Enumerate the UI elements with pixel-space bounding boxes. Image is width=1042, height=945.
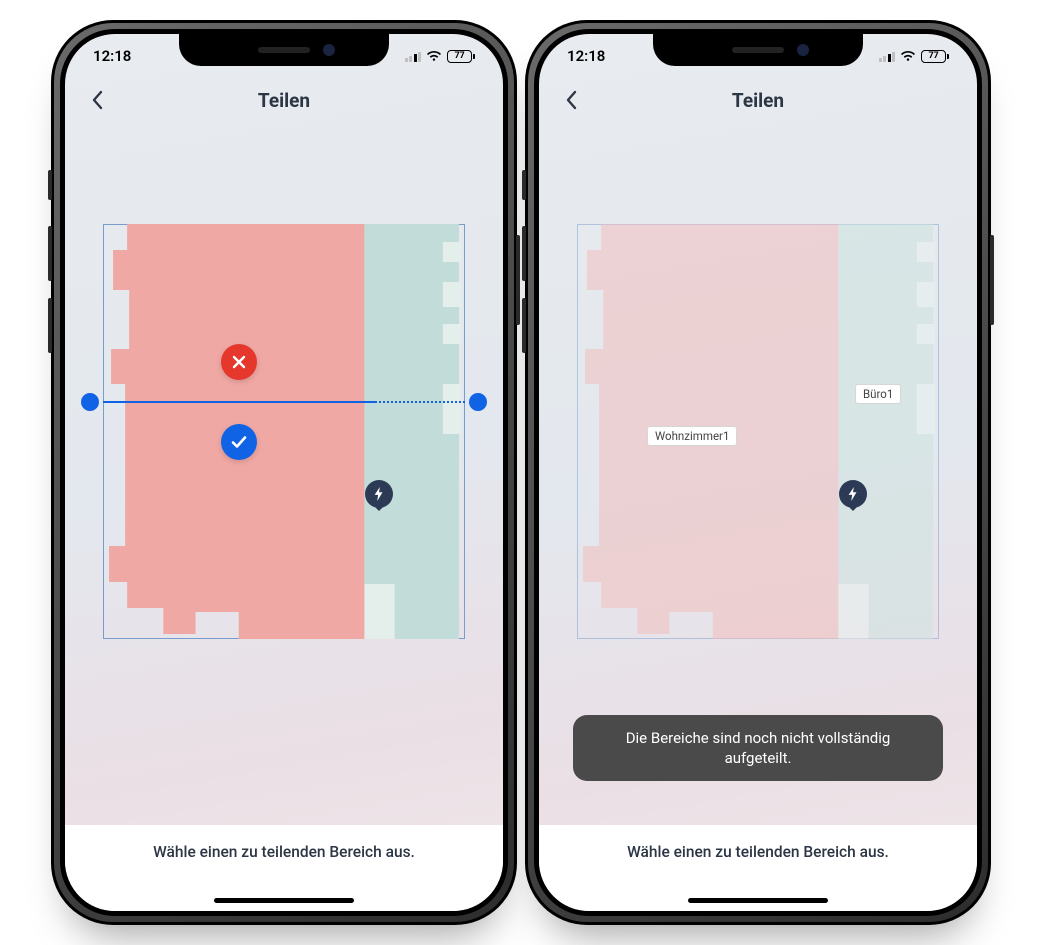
page-title: Teilen	[65, 89, 503, 112]
volume-down-button	[522, 298, 526, 353]
battery-icon: 77	[921, 50, 949, 63]
mute-switch	[48, 170, 52, 200]
split-handle-right[interactable]	[469, 393, 487, 411]
volume-up-button	[48, 226, 52, 281]
notch	[653, 34, 863, 66]
bolt-icon	[846, 487, 860, 501]
confirm-split-button[interactable]	[221, 424, 257, 460]
notch	[179, 34, 389, 66]
cancel-split-button[interactable]	[221, 344, 257, 380]
status-time: 12:18	[567, 47, 605, 65]
volume-down-button	[48, 298, 52, 353]
bolt-icon	[372, 487, 386, 501]
power-button	[516, 235, 520, 325]
phone-right: 12:18 77 Teilen	[525, 20, 991, 925]
check-icon	[231, 435, 247, 449]
floor-map	[103, 224, 465, 639]
dock-marker[interactable]	[365, 480, 393, 508]
toast-message: Die Bereiche sind noch nicht vollständig…	[573, 715, 943, 782]
cell-signal-icon	[879, 50, 896, 62]
map-area[interactable]	[103, 224, 465, 639]
footer-hint: Wähle einen zu teilenden Bereich aus.	[153, 843, 415, 861]
status-right: 77	[405, 50, 476, 63]
split-solid-segment	[103, 401, 375, 403]
wifi-icon	[900, 50, 916, 62]
footer-hint: Wähle einen zu teilenden Bereich aus.	[627, 843, 889, 861]
home-indicator[interactable]	[688, 898, 828, 903]
header: Teilen	[539, 78, 977, 122]
battery-percent: 77	[447, 50, 472, 63]
phone-left: 12:18 77 Teilen	[51, 20, 517, 925]
volume-up-button	[522, 226, 526, 281]
screen: 12:18 77 Teilen	[539, 34, 977, 911]
wifi-icon	[426, 50, 442, 62]
status-time: 12:18	[93, 47, 131, 65]
back-button[interactable]	[85, 88, 109, 112]
map-area[interactable]: Wohnzimmer1 Büro1	[577, 224, 939, 639]
battery-percent: 77	[921, 50, 946, 63]
close-icon	[232, 355, 246, 369]
dock-marker[interactable]	[839, 480, 867, 508]
power-button	[990, 235, 994, 325]
chevron-left-icon	[91, 90, 103, 110]
floor-map	[577, 224, 939, 639]
screen: 12:18 77 Teilen	[65, 34, 503, 911]
home-indicator[interactable]	[214, 898, 354, 903]
stage: 12:18 77 Teilen	[0, 0, 1042, 945]
mute-switch	[522, 170, 526, 200]
header: Teilen	[65, 78, 503, 122]
chevron-left-icon	[565, 90, 577, 110]
page-title: Teilen	[539, 89, 977, 112]
split-handle-left[interactable]	[81, 393, 99, 411]
battery-icon: 77	[447, 50, 475, 63]
room-label-a[interactable]: Wohnzimmer1	[647, 426, 737, 446]
back-button[interactable]	[559, 88, 583, 112]
cell-signal-icon	[405, 50, 422, 62]
room-label-b[interactable]: Büro1	[855, 384, 901, 404]
status-right: 77	[879, 50, 950, 63]
split-dotted-segment	[375, 401, 465, 403]
